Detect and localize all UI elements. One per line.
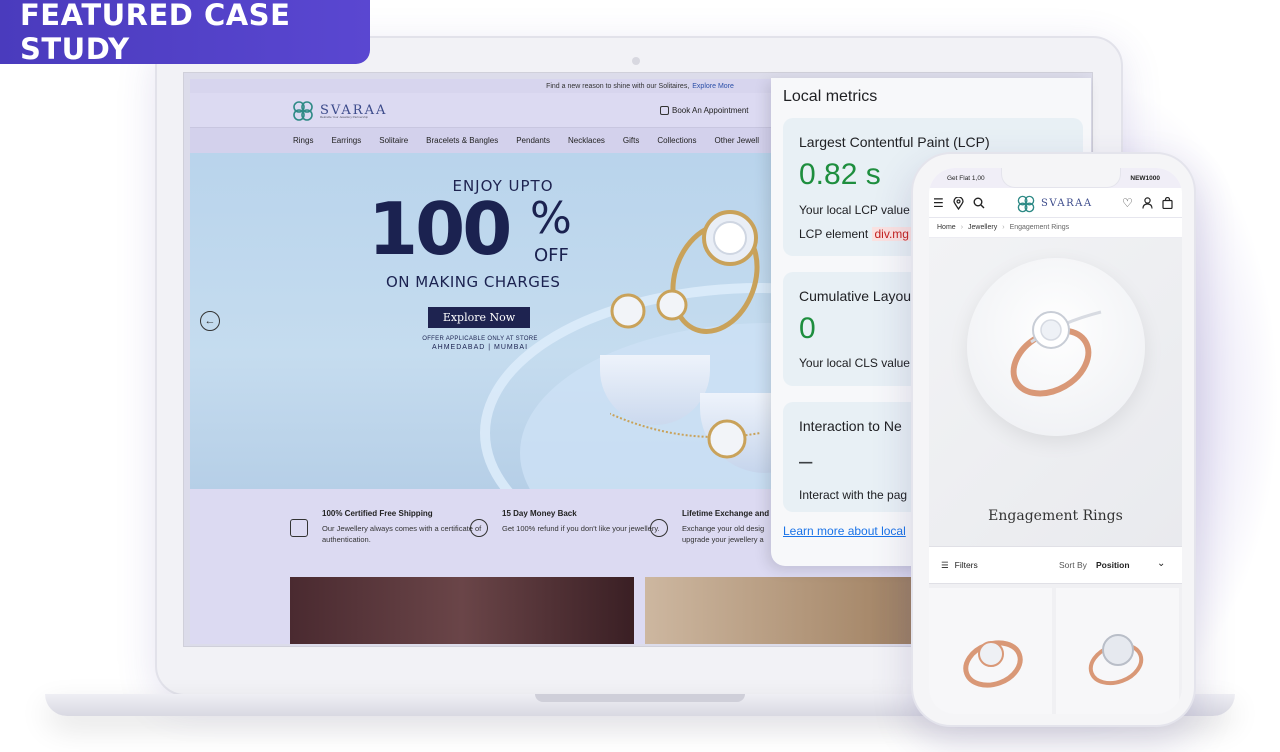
- promo-link[interactable]: Explore More: [692, 83, 734, 90]
- hero-percent: %: [530, 193, 572, 244]
- calendar-icon: [660, 106, 669, 115]
- inp-title: Interaction to Ne: [799, 418, 902, 434]
- wishlist-heart-icon[interactable]: ♡: [1122, 197, 1133, 209]
- product-card[interactable]: [1056, 588, 1179, 714]
- hero-offer-note: OFFER APPLICABLE ONLY AT STORE: [422, 336, 538, 342]
- cls-title: Cumulative Layout: [799, 288, 915, 304]
- location-pin-icon[interactable]: [953, 197, 964, 210]
- cls-description: Your local CLS value: [799, 356, 910, 370]
- hamburger-menu-icon[interactable]: ☰: [933, 197, 944, 209]
- phone-frame: Get Flat 1,00 NEW1000 ☰ SVARAA ♡ Home › …: [911, 152, 1196, 727]
- phone-notch: [1001, 168, 1121, 188]
- breadcrumb-home[interactable]: Home: [937, 224, 956, 231]
- hero-cities: AHMEDABAD | MUMBAI: [431, 344, 529, 351]
- product-grid: [929, 584, 1182, 714]
- truck-icon: [290, 519, 308, 537]
- inp-value: –: [799, 448, 813, 475]
- lcp-description: Your local LCP value: [799, 203, 910, 217]
- nav-other-jewellery[interactable]: Other Jewell: [715, 136, 759, 145]
- filter-sort-bar: ☰ Filters Sort By Position ⌄: [929, 546, 1182, 584]
- cls-value: 0: [799, 312, 816, 345]
- phone-promo-left: Get Flat 1,00: [947, 175, 985, 182]
- metrics-title: Local metrics: [783, 88, 878, 105]
- money-back-icon: [470, 519, 488, 537]
- lcp-value: 0.82 s: [799, 158, 881, 191]
- nav-gifts[interactable]: Gifts: [623, 136, 639, 145]
- lcp-element-label: LCP element: [799, 227, 869, 241]
- nav-bracelets-bangles[interactable]: Bracelets & Bangles: [426, 136, 498, 145]
- usp-shipping: 100% Certified Free Shipping Our Jewelle…: [290, 509, 492, 546]
- sort-value[interactable]: Position: [1096, 560, 1130, 570]
- promo-text: Find a new reason to shine with our Soli…: [546, 82, 690, 90]
- rose-gold-ring-image: [963, 640, 1023, 688]
- book-appointment-link[interactable]: Book An Appointment: [660, 106, 749, 115]
- phone-brand-logo[interactable]: SVARAA: [1015, 193, 1093, 215]
- featured-case-study-badge: FEATURED CASE STUDY: [0, 0, 370, 66]
- badge-label: FEATURED CASE STUDY: [20, 0, 291, 66]
- svaraa-logo-icon: [290, 98, 316, 124]
- carousel-prev-icon[interactable]: ←: [200, 311, 220, 331]
- usp-title: 15 Day Money Back: [502, 509, 577, 518]
- search-icon[interactable]: [973, 197, 985, 209]
- cluster-ring-image: [1088, 634, 1144, 686]
- usp-desc: Our Jewellery always comes with a certif…: [322, 524, 482, 544]
- nav-solitaire[interactable]: Solitaire: [379, 136, 408, 145]
- usp-title: 100% Certified Free Shipping: [322, 509, 433, 518]
- inp-description: Interact with the pag: [799, 488, 908, 502]
- engagement-ring-image: [1010, 310, 1102, 397]
- hero-big-number: 100: [368, 187, 512, 271]
- nav-necklaces[interactable]: Necklaces: [568, 136, 605, 145]
- breadcrumb-jewellery[interactable]: Jewellery: [968, 224, 997, 231]
- nav-collections[interactable]: Collections: [657, 136, 696, 145]
- breadcrumb: Home › Jewellery › Engagement Rings: [929, 218, 1182, 238]
- hero-making-charges: ON MAKING CHARGES: [386, 273, 561, 291]
- usp-desc: Get 100% refund if you don't like your j…: [502, 524, 660, 533]
- filters-label: Filters: [954, 560, 978, 570]
- list-filter-icon: ☰: [941, 560, 949, 570]
- ring-showcase-circle: [967, 258, 1145, 436]
- nav-earrings[interactable]: Earrings: [331, 136, 361, 145]
- sort-by-label: Sort By: [1059, 560, 1087, 570]
- breadcrumb-current: Engagement Rings: [1009, 224, 1070, 231]
- lcp-element-value[interactable]: div.mg: [871, 227, 912, 241]
- account-icon[interactable]: [1142, 197, 1153, 209]
- breadcrumb-separator-icon: ›: [1002, 224, 1005, 231]
- phone-brand-name: SVARAA: [1041, 198, 1093, 209]
- product-card[interactable]: [929, 588, 1052, 714]
- hero-off: OFF: [534, 245, 569, 266]
- laptop-camera: [632, 57, 640, 65]
- nav-rings[interactable]: Rings: [293, 136, 313, 145]
- brand-logo[interactable]: SVARAA Rekindle Your Jewellery Partnersh…: [290, 98, 387, 124]
- exchange-icon: [650, 519, 668, 537]
- lcp-element-row: LCP element div.mg: [799, 227, 912, 241]
- book-appointment-label: Book An Appointment: [672, 106, 749, 115]
- breadcrumb-separator-icon: ›: [960, 224, 964, 231]
- phone-header: ☰ SVARAA ♡: [929, 188, 1182, 218]
- svaraa-logo-icon: [1017, 195, 1035, 213]
- usp-money-back: 15 Day Money Back Get 100% refund if you…: [470, 509, 672, 537]
- category-hero: Engagement Rings: [929, 238, 1182, 546]
- laptop-hinge: [535, 694, 745, 702]
- chevron-down-icon[interactable]: ⌄: [1157, 558, 1165, 569]
- filters-button[interactable]: ☰ Filters: [941, 560, 978, 571]
- explore-now-button[interactable]: Explore Now: [428, 307, 530, 328]
- category-title: Engagement Rings: [988, 508, 1123, 524]
- nav-pendants[interactable]: Pendants: [516, 136, 550, 145]
- shopping-bag-icon[interactable]: [1162, 197, 1173, 209]
- learn-more-link[interactable]: Learn more about local: [783, 524, 906, 538]
- phone-screen: Get Flat 1,00 NEW1000 ☰ SVARAA ♡ Home › …: [929, 168, 1182, 714]
- promo-tile-left[interactable]: [290, 577, 634, 644]
- lcp-title: Largest Contentful Paint (LCP): [799, 134, 990, 150]
- phone-promo-right: NEW1000: [1130, 175, 1160, 182]
